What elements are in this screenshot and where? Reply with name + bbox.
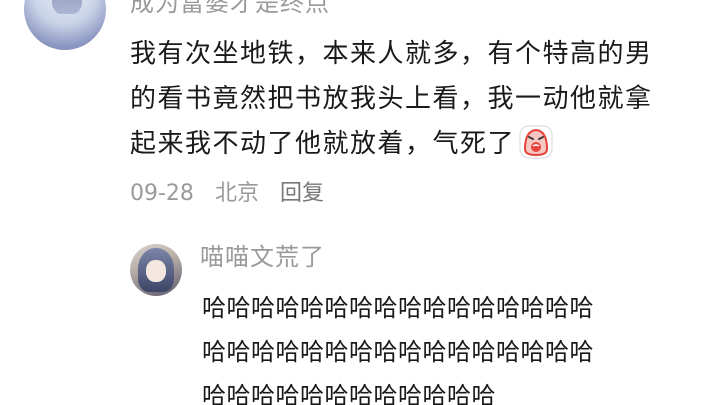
reply-username[interactable]: 喵喵文荒了 — [200, 240, 325, 274]
comment-date: 09-28 — [130, 181, 194, 206]
reply-body: 哈哈哈哈哈哈哈哈哈哈哈哈哈哈哈哈 哈哈哈哈哈哈哈哈哈哈哈哈哈哈哈哈 哈哈哈哈哈哈… — [202, 286, 712, 405]
reply-line: 哈哈哈哈哈哈哈哈哈哈哈哈哈哈哈哈 — [202, 338, 594, 366]
comment-location: 北京 — [214, 181, 259, 206]
reply-button[interactable]: 回复 — [280, 181, 324, 206]
crying-angry-emoji-icon — [519, 125, 553, 159]
comment-line: 我有次坐地铁，本来人就多，有个特高的男 — [130, 39, 653, 69]
comment-thread: 成为富婆才是终点 我有次坐地铁，本来人就多，有个特高的男 的看书竟然把书放我头上… — [0, 0, 720, 405]
reply-avatar[interactable] — [130, 244, 182, 296]
reply-line: 哈哈哈哈哈哈哈哈哈哈哈哈哈哈哈哈 — [202, 294, 594, 322]
avatar[interactable] — [24, 0, 106, 50]
comment-line: 的看书竟然把书放我头上看，我一动他就拿 — [130, 84, 653, 114]
comment-line-text: 起来我不动了他就放着，气死了 — [130, 129, 516, 159]
comment-body: 我有次坐地铁，本来人就多，有个特高的男 的看书竟然把书放我头上看，我一动他就拿 … — [130, 32, 700, 167]
reply-line: 哈哈哈哈哈哈哈哈哈哈哈哈 — [202, 382, 496, 405]
reply-item: 喵喵文荒了 哈哈哈哈哈哈哈哈哈哈哈哈哈哈哈哈 哈哈哈哈哈哈哈哈哈哈哈哈哈哈哈哈 … — [130, 230, 720, 405]
avatar-figure — [52, 0, 82, 14]
comment-meta: 09-28 北京 回复 — [130, 178, 338, 210]
comment-username[interactable]: 成为富婆才是终点 — [130, 0, 330, 18]
avatar-face — [146, 260, 166, 282]
comment-line-last: 起来我不动了他就放着，气死了 — [130, 122, 700, 167]
